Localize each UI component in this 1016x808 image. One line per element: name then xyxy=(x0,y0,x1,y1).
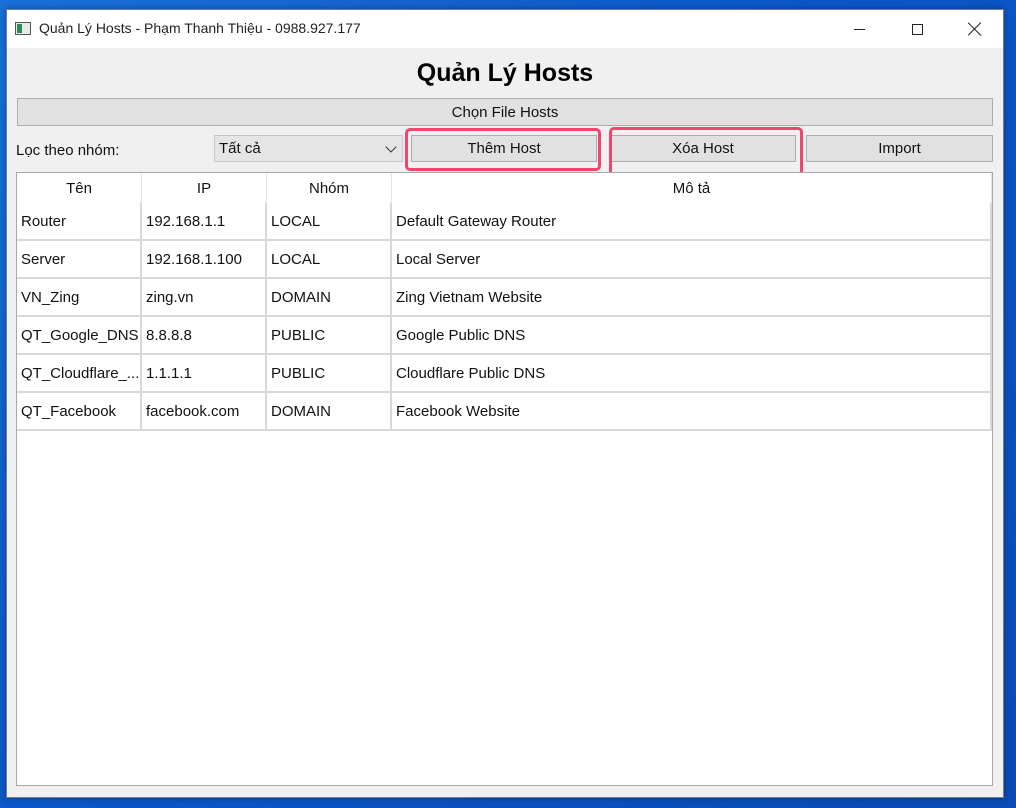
close-button[interactable] xyxy=(946,10,1004,48)
hosts-table[interactable]: Tên IP Nhóm Mô tả Router 192.168.1.1 LOC… xyxy=(16,172,993,786)
cell-ip[interactable]: 192.168.1.100 xyxy=(142,241,267,279)
cell-group[interactable]: LOCAL xyxy=(267,241,392,279)
cell-ip[interactable]: facebook.com xyxy=(142,393,267,431)
table-row[interactable]: QT_Google_DNS 8.8.8.8 PUBLIC Google Publ… xyxy=(17,317,992,355)
cell-description[interactable]: Cloudflare Public DNS xyxy=(392,355,992,393)
table-row[interactable]: QT_Cloudflare_... 1.1.1.1 PUBLIC Cloudfl… xyxy=(17,355,992,393)
cell-group[interactable]: PUBLIC xyxy=(267,317,392,355)
table-row[interactable]: Router 192.168.1.1 LOCAL Default Gateway… xyxy=(17,203,992,241)
cell-ip[interactable]: 1.1.1.1 xyxy=(142,355,267,393)
cell-description[interactable]: Zing Vietnam Website xyxy=(392,279,992,317)
column-header-description[interactable]: Mô tả xyxy=(392,173,992,203)
page-title: Quản Lý Hosts xyxy=(416,59,594,87)
cell-description[interactable]: Local Server xyxy=(392,241,992,279)
group-filter-select[interactable]: Tất cả xyxy=(214,135,403,162)
cell-group[interactable]: DOMAIN xyxy=(267,393,392,431)
cell-description[interactable]: Google Public DNS xyxy=(392,317,992,355)
cell-name[interactable]: QT_Facebook xyxy=(17,393,142,431)
cell-group[interactable]: LOCAL xyxy=(267,203,392,241)
cell-name[interactable]: VN_Zing xyxy=(17,279,142,317)
choose-file-button[interactable]: Chọn File Hosts xyxy=(17,98,993,126)
cell-group[interactable]: PUBLIC xyxy=(267,355,392,393)
cell-ip[interactable]: 8.8.8.8 xyxy=(142,317,267,355)
cell-name[interactable]: QT_Cloudflare_... xyxy=(17,355,142,393)
cell-name[interactable]: Router xyxy=(17,203,142,241)
group-filter-value: Tất cả xyxy=(219,140,261,157)
close-icon xyxy=(968,22,982,36)
chevron-down-icon xyxy=(385,141,397,153)
column-header-ip[interactable]: IP xyxy=(142,173,267,203)
cell-name[interactable]: Server xyxy=(17,241,142,279)
table-row[interactable]: Server 192.168.1.100 LOCAL Local Server xyxy=(17,241,992,279)
maximize-button[interactable] xyxy=(888,10,946,48)
cell-ip[interactable]: zing.vn xyxy=(142,279,267,317)
table-row[interactable]: VN_Zing zing.vn DOMAIN Zing Vietnam Webs… xyxy=(17,279,992,317)
app-icon xyxy=(15,22,31,35)
cell-group[interactable]: DOMAIN xyxy=(267,279,392,317)
window-title: Quản Lý Hosts - Phạm Thanh Thiệu - 0988.… xyxy=(39,20,361,36)
minimize-button[interactable] xyxy=(830,10,888,48)
add-host-highlight xyxy=(405,128,601,171)
import-button[interactable]: Import xyxy=(806,135,993,162)
maximize-icon xyxy=(911,23,923,35)
column-header-name[interactable]: Tên xyxy=(17,173,142,203)
filter-label: Lọc theo nhóm: xyxy=(16,142,120,159)
table-header: Tên IP Nhóm Mô tả xyxy=(17,173,992,203)
cell-ip[interactable]: 192.168.1.1 xyxy=(142,203,267,241)
minimize-icon xyxy=(853,28,865,30)
cell-description[interactable]: Default Gateway Router xyxy=(392,203,992,241)
app-window: Quản Lý Hosts - Phạm Thanh Thiệu - 0988.… xyxy=(6,9,1004,798)
title-bar[interactable]: Quản Lý Hosts - Phạm Thanh Thiệu - 0988.… xyxy=(7,10,1003,48)
cell-name[interactable]: QT_Google_DNS xyxy=(17,317,142,355)
cell-description[interactable]: Facebook Website xyxy=(392,393,992,431)
column-header-group[interactable]: Nhóm xyxy=(267,173,392,203)
table-row[interactable]: QT_Facebook facebook.com DOMAIN Facebook… xyxy=(17,393,992,431)
